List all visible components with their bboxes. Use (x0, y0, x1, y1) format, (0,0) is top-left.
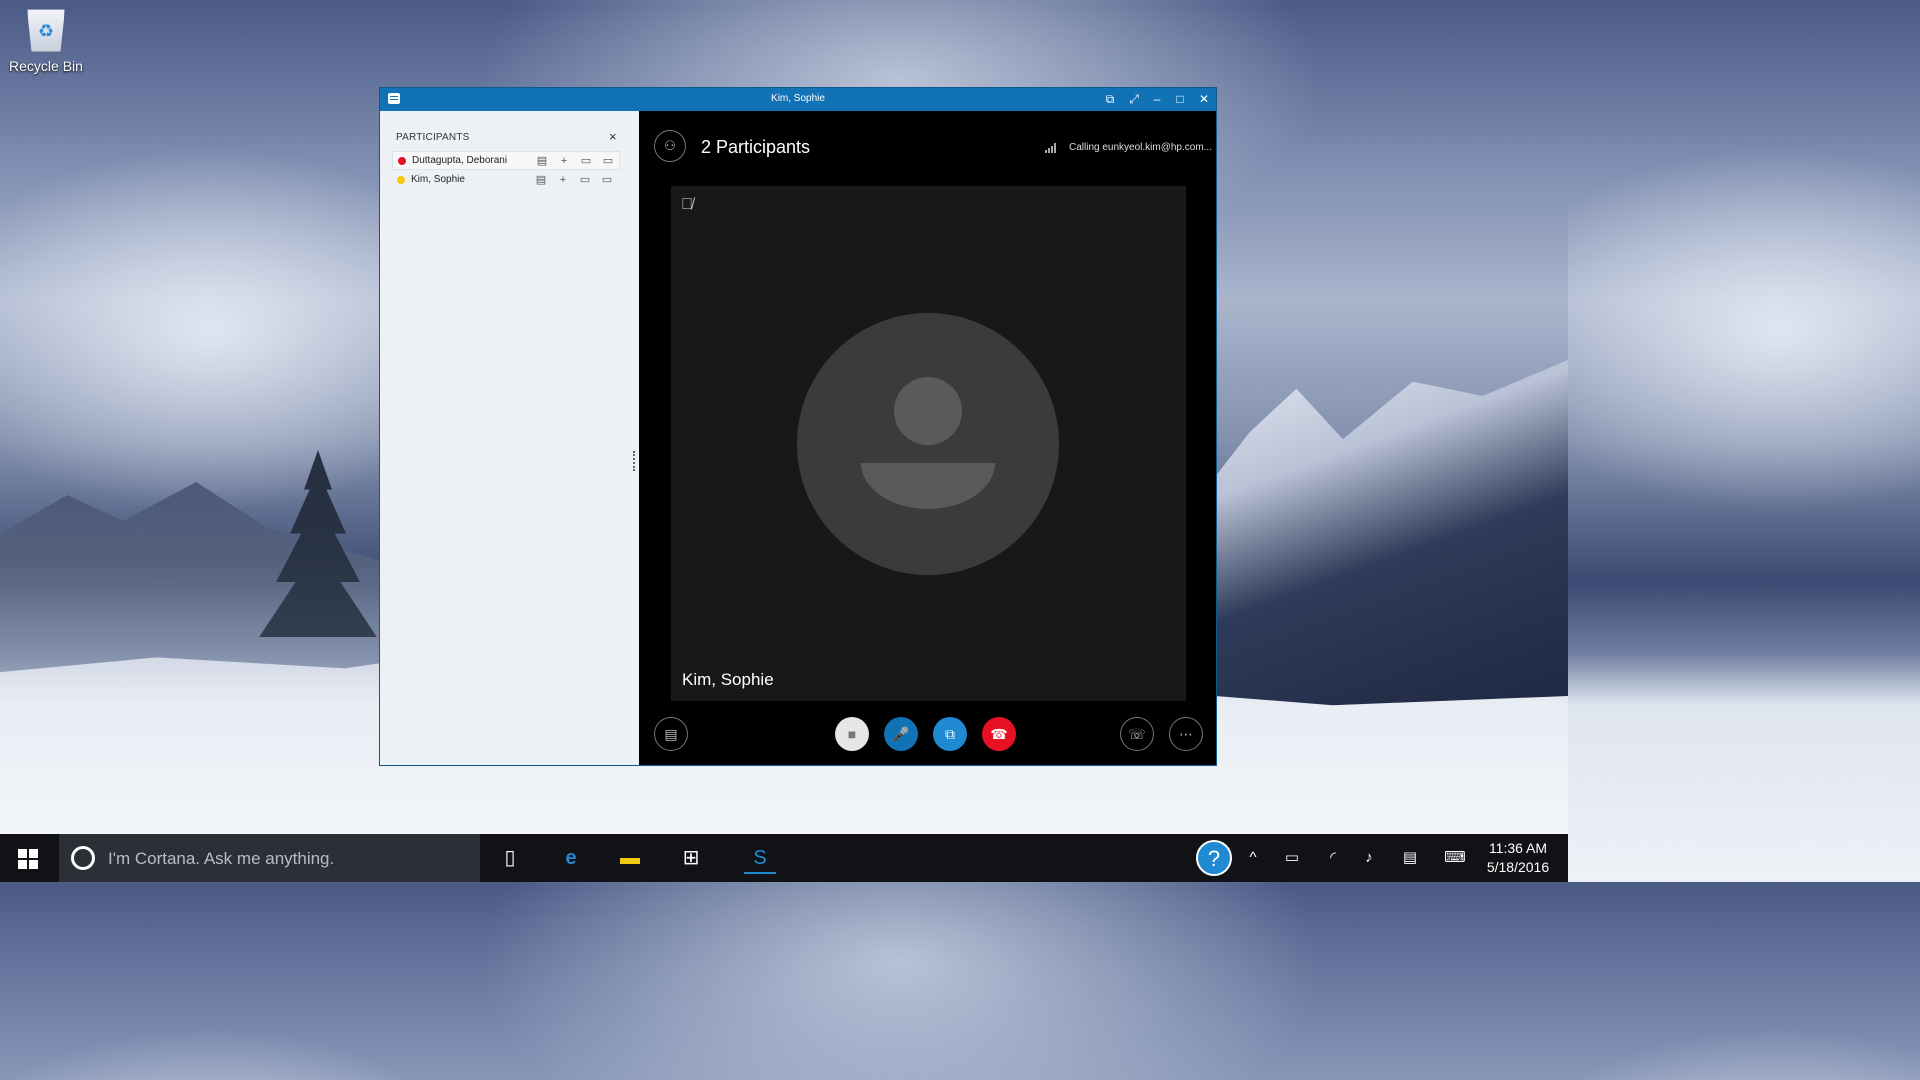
minimize-icon[interactable]: – (1146, 88, 1168, 111)
close-icon[interactable]: ✕ (1193, 88, 1215, 111)
avatar-placeholder (797, 313, 1059, 575)
recycle-bin-label: Recycle Bin (9, 58, 83, 74)
file-explorer-icon[interactable]: ▬ (614, 842, 646, 874)
recycle-bin-shortcut[interactable]: ♻ Recycle Bin (6, 6, 86, 74)
window-title: Kim, Sophie (771, 93, 825, 104)
call-status: Calling eunkyeol.kim@hp.com... (1069, 142, 1212, 153)
participants-toggle-icon[interactable]: ⚇ (654, 130, 686, 162)
touch-keyboard-icon[interactable]: ⌨ (1440, 846, 1470, 870)
skype-conversation-window: Kim, Sophie ⧉ ⤢ – □ ✕ PARTICIPANTS × Dut… (379, 87, 1217, 766)
window-titlebar[interactable]: Kim, Sophie ⧉ ⤢ – □ ✕ (380, 88, 1216, 111)
screen-share-icon[interactable]: ▭ (601, 154, 615, 168)
action-center-icon[interactable]: ▤ (1398, 846, 1422, 870)
participant-name: Kim, Sophie (411, 174, 465, 185)
avatar-body (861, 463, 995, 509)
cortana-search-box[interactable]: I'm Cortana. Ask me anything. (59, 834, 480, 882)
battery-icon[interactable]: ▭ (1280, 846, 1304, 870)
windows-start-icon[interactable] (18, 849, 38, 869)
participants-header: PARTICIPANTS (396, 132, 470, 143)
wifi-icon[interactable]: ◜ (1321, 846, 1345, 870)
im-icon[interactable]: ▤ (534, 173, 548, 187)
participant-name: Duttagupta, Deborani (412, 155, 508, 166)
maximize-icon[interactable]: □ (1169, 88, 1191, 111)
full-screen-icon[interactable]: ⤢ (1123, 88, 1145, 111)
clock-time: 11:36 AM (1488, 840, 1548, 856)
add-icon[interactable]: + (557, 154, 571, 168)
video-icon[interactable]: ■ (835, 717, 869, 751)
status-away-icon (397, 176, 405, 184)
cortana-icon (71, 846, 95, 870)
pop-out-icon[interactable]: ⧉ (1099, 88, 1121, 111)
video-icon[interactable]: ▭ (579, 154, 593, 168)
muted-microphone-icon: 🎙̸ (681, 196, 693, 213)
store-icon[interactable]: ⊞ (675, 842, 707, 874)
participant-row[interactable]: Duttagupta, Deborani ▤ + ▭ ▭ (392, 151, 620, 170)
hang-up-icon[interactable]: ☎ (982, 717, 1016, 751)
avatar-head (894, 377, 962, 445)
clock-date: 5/18/2016 (1486, 859, 1550, 875)
video-icon[interactable]: ▭ (578, 173, 592, 187)
signal-strength-icon (1045, 143, 1057, 153)
cortana-placeholder: I'm Cortana. Ask me anything. (108, 849, 335, 868)
present-icon[interactable]: ⧉ (933, 717, 967, 751)
status-busy-icon (398, 157, 406, 165)
participant-count: 2 Participants (701, 137, 811, 157)
recycle-bin-icon: ♻ (27, 9, 65, 52)
wallpaper-mountains-right (1180, 360, 1568, 720)
more-options-icon[interactable]: ⋯ (1169, 717, 1203, 751)
close-participants-button[interactable]: × (609, 129, 617, 144)
call-stage: ⚇ 2 Participants Calling eunkyeol.kim@hp… (639, 111, 1216, 765)
volume-icon[interactable]: ♪ (1357, 846, 1381, 870)
participants-pane: PARTICIPANTS × Duttagupta, Deborani ▤ + … (380, 111, 639, 765)
edge-icon[interactable]: e (555, 842, 587, 874)
help-icon[interactable]: ? (1196, 840, 1232, 876)
call-controls-icon[interactable]: ☏ (1120, 717, 1154, 751)
skype-for-business-icon[interactable]: S (744, 842, 776, 874)
im-icon[interactable]: ▤ (654, 717, 688, 751)
screen-share-icon[interactable]: ▭ (600, 173, 614, 187)
im-icon[interactable]: ▤ (535, 154, 549, 168)
taskbar: I'm Cortana. Ask me anything. ▯ e ▬ ⊞ S … (0, 834, 1568, 882)
task-view-icon[interactable]: ▯ (494, 842, 526, 874)
add-icon[interactable]: + (556, 173, 570, 187)
pane-resize-handle[interactable] (633, 451, 635, 471)
participant-row[interactable]: Kim, Sophie ▤ + ▭ ▭ (392, 171, 620, 190)
video-participant-name: Kim, Sophie (682, 670, 774, 689)
video-tile: 🎙̸ Kim, Sophie (671, 186, 1186, 701)
system-clock[interactable]: 11:36 AM 5/18/2016 (1478, 839, 1558, 877)
microphone-icon[interactable]: 🎤 (884, 717, 918, 751)
show-hidden-icons-icon[interactable]: ^ (1241, 846, 1265, 870)
